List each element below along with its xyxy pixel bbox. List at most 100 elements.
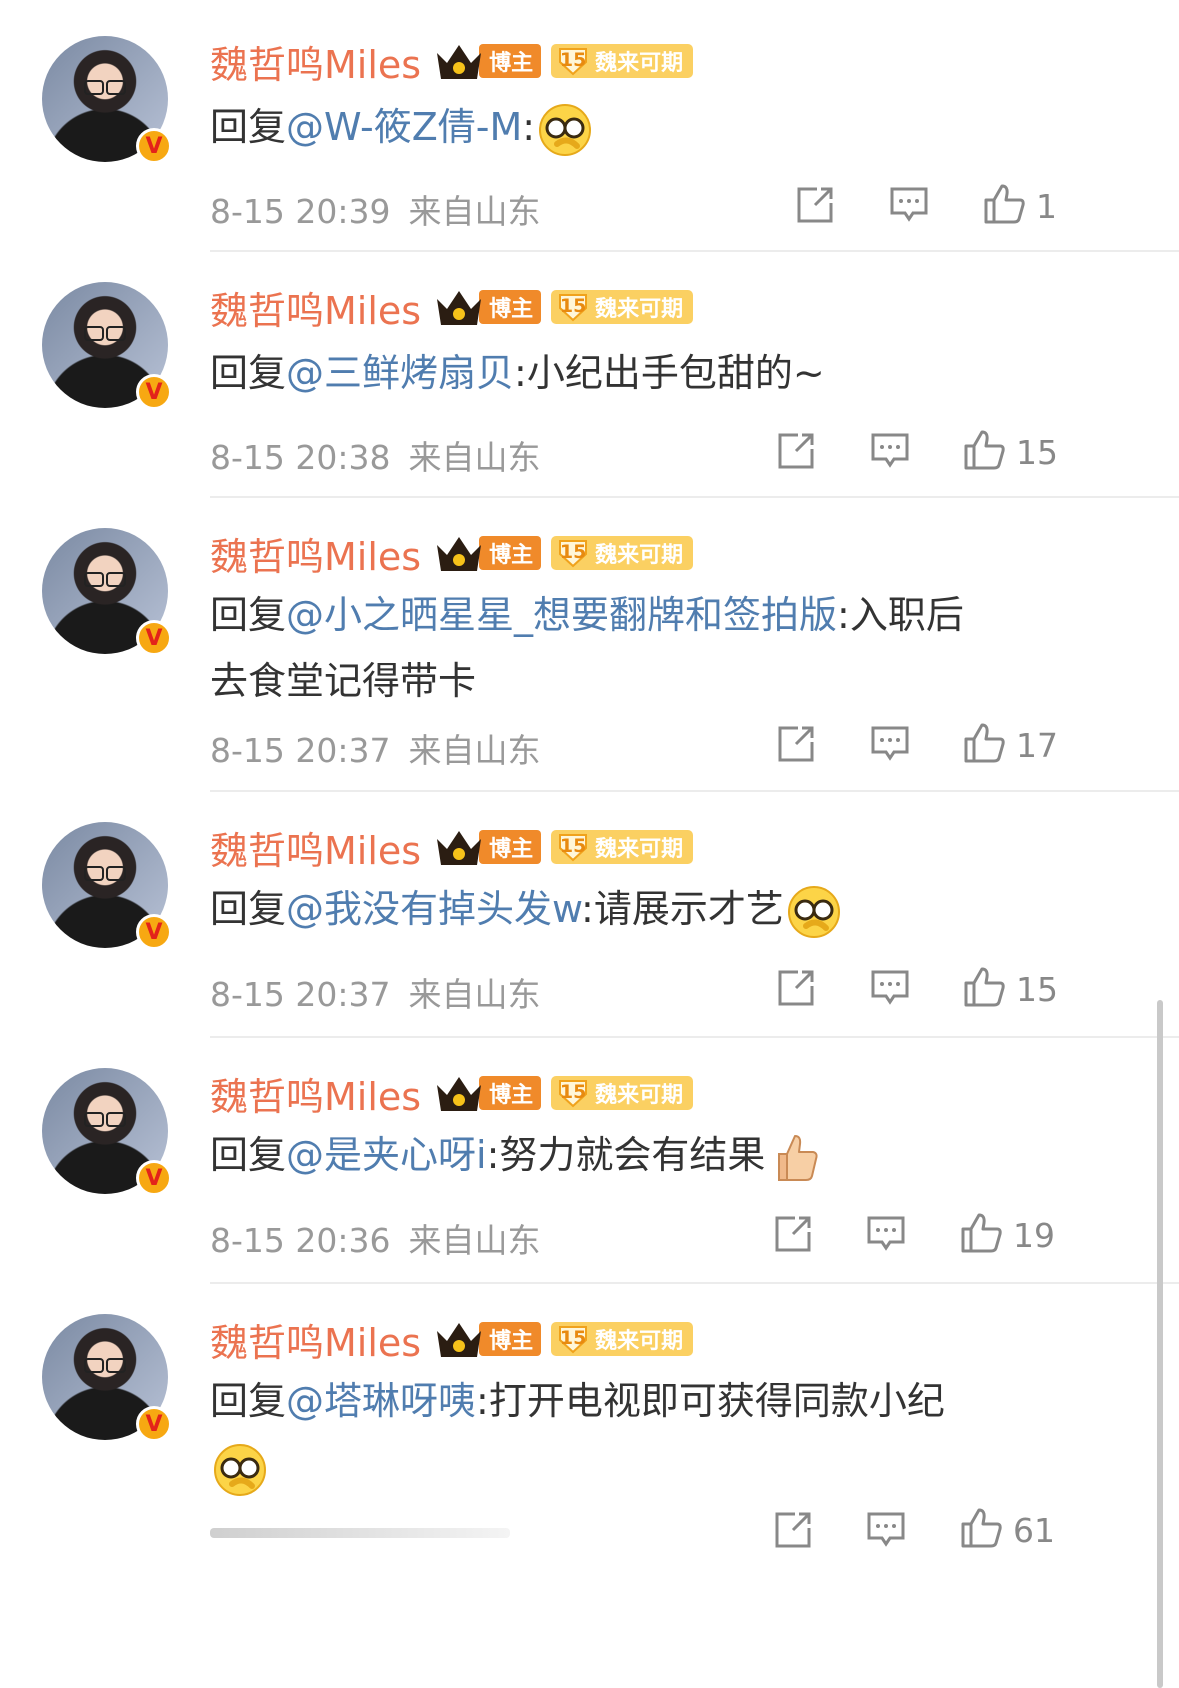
colon: : xyxy=(486,1133,500,1177)
reply-prefix: 回复 xyxy=(210,1133,287,1177)
fan-level: 15 xyxy=(559,295,587,317)
mention-link[interactable]: @小之晒星星_想要翻牌和签拍版 xyxy=(286,593,837,637)
blogger-badge: 博主 xyxy=(479,1076,542,1110)
like-button[interactable]: 1 xyxy=(982,182,1057,230)
verified-v-icon: V xyxy=(136,374,172,410)
fan-level-shield-icon: 15 xyxy=(557,538,589,568)
comment-icon xyxy=(870,724,910,768)
fan-level: 15 xyxy=(559,835,587,857)
comment-item: V 魏哲鸣Miles 博主 15 魏来可期 回复@我没有掉头发w:请展示才艺 8… xyxy=(0,792,1179,1038)
comment-body: 小纪出手包甜的~ xyxy=(526,351,825,395)
avatar[interactable]: V xyxy=(42,36,172,164)
like-icon xyxy=(959,1211,1003,1259)
like-icon xyxy=(959,1506,1003,1554)
fan-badge[interactable]: 15 魏来可期 xyxy=(551,830,694,864)
fan-level-shield-icon: 15 xyxy=(557,1324,589,1354)
share-button[interactable] xyxy=(776,431,816,475)
fan-badge[interactable]: 15 魏来可期 xyxy=(551,44,694,78)
comment-text: 回复@小之晒星星_想要翻牌和签拍版:入职后 去食堂记得带卡 xyxy=(210,582,1120,714)
fan-badge[interactable]: 15 魏来可期 xyxy=(551,290,694,324)
reply-prefix: 回复 xyxy=(210,887,287,931)
avatar-glasses xyxy=(84,1112,126,1127)
username[interactable]: 魏哲鸣Miles xyxy=(210,280,421,335)
fan-badge[interactable]: 15 魏来可期 xyxy=(551,536,694,570)
username[interactable]: 魏哲鸣Miles xyxy=(210,526,421,581)
fan-badge-label: 魏来可期 xyxy=(595,1083,684,1108)
verified-v-icon: V xyxy=(136,128,172,164)
avatar[interactable]: V xyxy=(42,282,172,410)
verified-v-icon: V xyxy=(136,620,172,656)
share-icon xyxy=(795,185,835,229)
share-button[interactable] xyxy=(776,968,816,1012)
comment-meta: 8-15 20:36 来自山东 xyxy=(210,1214,541,1262)
mention-link[interactable]: @我没有掉头发w xyxy=(286,887,581,931)
like-icon xyxy=(962,428,1006,476)
fan-badge[interactable]: 15 魏来可期 xyxy=(551,1076,694,1110)
comment-date: 8-15 20:36 xyxy=(210,1221,391,1260)
comment-body: 入职后 xyxy=(849,593,964,637)
crown-icon xyxy=(435,533,483,573)
comment-header: 魏哲鸣Miles 博主 15 魏来可期 xyxy=(210,34,694,89)
like-button[interactable]: 15 xyxy=(962,965,1058,1013)
like-button[interactable]: 19 xyxy=(959,1211,1055,1259)
comment-button[interactable] xyxy=(866,1510,906,1554)
comment-body: 请展示才艺 xyxy=(593,887,784,931)
avatar[interactable]: V xyxy=(42,528,172,656)
share-button[interactable] xyxy=(773,1510,813,1554)
smirk-emoji xyxy=(786,884,842,940)
avatar[interactable]: V xyxy=(42,822,172,950)
like-button[interactable]: 17 xyxy=(962,721,1058,769)
fan-badge-label: 魏来可期 xyxy=(595,837,684,862)
colon: : xyxy=(476,1379,489,1423)
avatar[interactable]: V xyxy=(42,1314,172,1442)
reply-prefix: 回复 xyxy=(210,1379,287,1423)
fan-level-shield-icon: 15 xyxy=(557,46,589,76)
fan-level-shield-icon: 15 xyxy=(557,292,589,322)
share-button[interactable] xyxy=(795,185,835,229)
share-button[interactable] xyxy=(776,724,816,768)
share-button[interactable] xyxy=(773,1214,813,1258)
username[interactable]: 魏哲鸣Miles xyxy=(210,34,421,89)
comment-text: 回复@三鲜烤扇贝:小纪出手包甜的~ xyxy=(210,340,1120,406)
username[interactable]: 魏哲鸣Miles xyxy=(210,1066,421,1121)
fan-badge-label: 魏来可期 xyxy=(595,1329,684,1354)
verified-v-icon: V xyxy=(136,1160,172,1196)
comment-date: 8-15 20:39 xyxy=(210,192,391,231)
blogger-badge: 博主 xyxy=(479,1322,542,1356)
username[interactable]: 魏哲鸣Miles xyxy=(210,1312,421,1367)
verified-v-icon: V xyxy=(136,914,172,950)
username[interactable]: 魏哲鸣Miles xyxy=(210,820,421,875)
mention-link[interactable]: @三鲜烤扇贝 xyxy=(286,351,514,395)
fan-badge[interactable]: 15 魏来可期 xyxy=(551,1322,694,1356)
comment-button[interactable] xyxy=(870,968,910,1012)
share-icon xyxy=(776,968,816,1012)
scrollbar[interactable] xyxy=(1157,1000,1163,1688)
comment-location: 来自山东 xyxy=(408,975,541,1014)
like-icon xyxy=(962,965,1006,1013)
reply-prefix: 回复 xyxy=(210,593,287,637)
comment-location: 来自山东 xyxy=(408,731,541,770)
fan-badge-label: 魏来可期 xyxy=(595,543,684,568)
comment-text: 回复@是夹心呀i:努力就会有结果 xyxy=(210,1122,1120,1188)
blogger-badge: 博主 xyxy=(479,536,542,570)
comment-header: 魏哲鸣Miles 博主 15 魏来可期 xyxy=(210,820,694,875)
mention-link[interactable]: @W-筱Z倩-M xyxy=(286,105,522,149)
comment-button[interactable] xyxy=(889,185,929,229)
comment-button[interactable] xyxy=(870,431,910,475)
comment-list: V 魏哲鸣Miles 博主 15 魏来可期 回复 @W-筱Z倩-M: 8-15 2… xyxy=(0,0,1179,1688)
share-icon xyxy=(773,1214,813,1258)
avatar[interactable]: V xyxy=(42,1068,172,1196)
comment-button[interactable] xyxy=(870,724,910,768)
smirk-emoji xyxy=(537,102,593,158)
comment-date: 8-15 20:37 xyxy=(210,975,391,1014)
crown-icon xyxy=(435,41,483,81)
comment-body: 打开电视即可获得同款小纪 xyxy=(488,1379,945,1423)
mention-link[interactable]: @是夹心呀i xyxy=(286,1133,487,1177)
like-count: 17 xyxy=(1016,725,1058,765)
like-button[interactable]: 15 xyxy=(962,428,1058,476)
like-button[interactable]: 61 xyxy=(959,1506,1055,1554)
mention-link[interactable]: @塔琳呀咦 xyxy=(286,1379,476,1423)
comment-button[interactable] xyxy=(866,1214,906,1258)
avatar-glasses xyxy=(84,1358,126,1373)
comment-item: V 魏哲鸣Miles 博主 15 魏来可期 回复@W-筱Z倩-M: 8-15 2… xyxy=(0,0,1179,252)
